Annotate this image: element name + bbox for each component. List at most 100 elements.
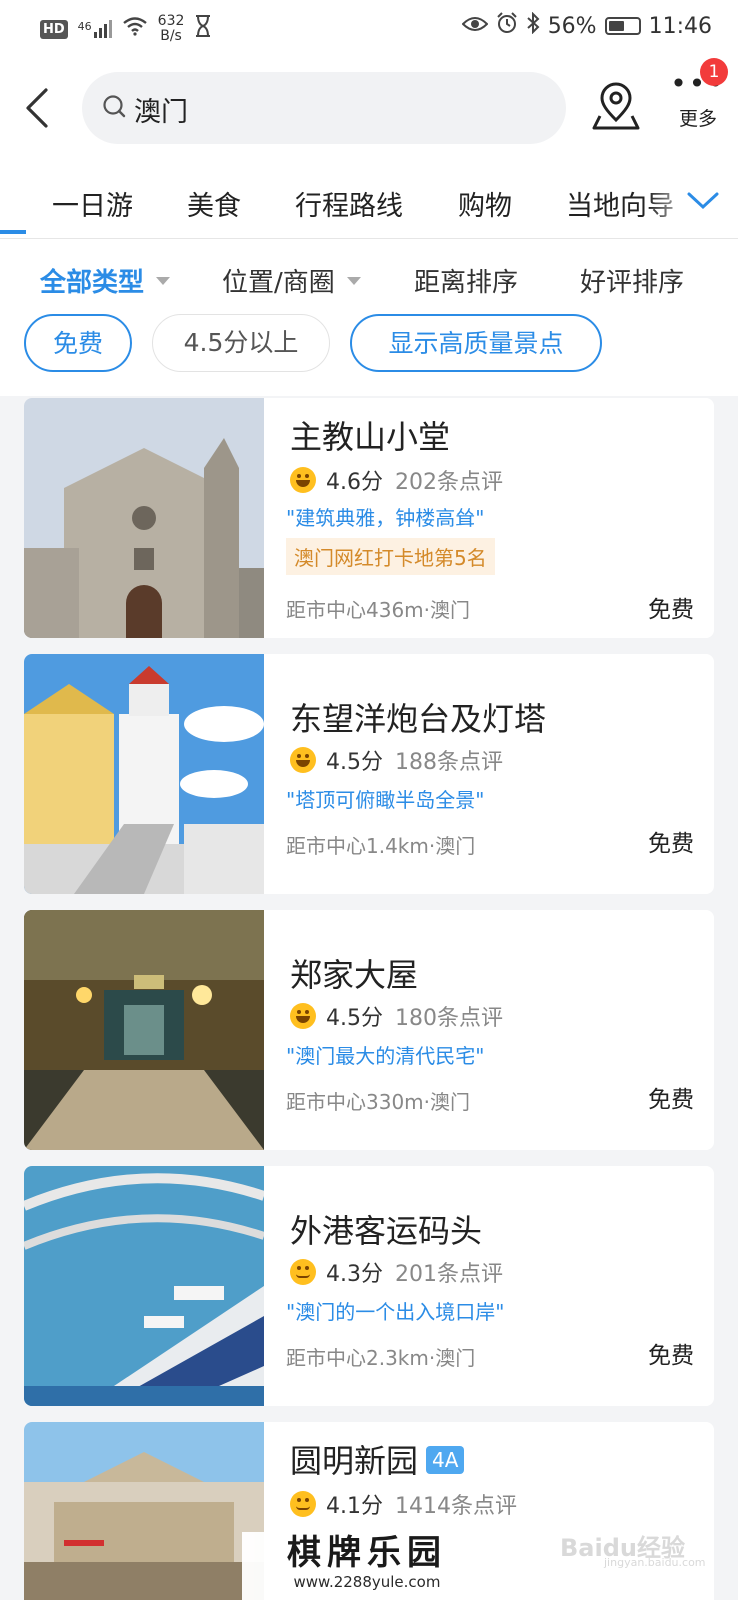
rating-score: 4.6分 — [326, 470, 383, 495]
attraction-name: 圆明新园 — [290, 1442, 419, 1480]
tab-itinerary[interactable]: 行程路线 — [295, 184, 403, 223]
price: 免费 — [648, 1087, 694, 1113]
review-count: 188条点评 — [395, 750, 503, 775]
filter-location-label: 位置/商圈 — [222, 268, 335, 298]
location-button[interactable] — [592, 82, 640, 136]
smiley-icon — [290, 1003, 316, 1029]
search-query: 澳门 — [134, 97, 188, 128]
attraction-name: 主教山小堂 — [290, 418, 451, 456]
watermark-title: 棋牌乐园 — [287, 1533, 447, 1573]
chip-rating-above[interactable]: 4.5分以上 — [152, 314, 330, 372]
attraction-name-row: 圆明新园 4A — [290, 1436, 465, 1482]
filter-distance-sort[interactable]: 距离排序 — [414, 262, 518, 299]
rating-score: 4.5分 — [326, 750, 383, 775]
hd-indicator: HD — [40, 19, 68, 39]
rating-score: 4.1分 — [326, 1494, 383, 1519]
back-button[interactable] — [22, 86, 62, 130]
distance: 距市中心436m·澳门 — [286, 598, 471, 622]
signal-icon: 46 — [78, 20, 112, 38]
status-right: 56% 11:46 — [461, 11, 712, 40]
price: 免费 — [648, 1343, 694, 1369]
rating-row: 4.3分 201条点评 — [290, 1256, 503, 1288]
review-count: 202条点评 — [395, 470, 503, 495]
watermark-url: www.2288yule.com — [293, 1573, 441, 1591]
review-count: 1414条点评 — [395, 1494, 517, 1519]
rating-row: 4.1分 1414条点评 — [290, 1488, 517, 1520]
battery-fill — [608, 21, 625, 31]
chip-free[interactable]: 免费 — [24, 314, 132, 372]
attraction-photo — [24, 398, 264, 638]
baidu-watermark-url: jingyan.baidu.com — [604, 1556, 706, 1569]
status-bar: HD 46 632 B/s 56% 11:46 — [0, 0, 738, 56]
category-tabs: 一日游 美食 行程路线 购物 当地向导 — [0, 172, 738, 236]
list-item[interactable]: 主教山小堂 4.6分 202条点评 "建筑典雅，钟楼高耸" 澳门网红打卡地第5名… — [24, 398, 714, 638]
network-type: 46 — [77, 20, 92, 33]
bluetooth-icon — [526, 11, 540, 40]
caret-down-icon — [156, 276, 171, 285]
tab-active-indicator — [0, 230, 26, 234]
chip-high-quality[interactable]: 显示高质量景点 — [350, 314, 602, 372]
distance: 距市中心330m·澳门 — [286, 1090, 471, 1114]
rating-score: 4.5分 — [326, 1006, 383, 1031]
search-input[interactable]: 澳门 — [82, 72, 566, 144]
list-item[interactable]: 郑家大屋 4.5分 180条点评 "澳门最大的清代民宅" 距市中心330m·澳门… — [24, 910, 714, 1150]
net-speed: 632 B/s — [158, 14, 185, 44]
attraction-name: 东望洋炮台及灯塔 — [290, 700, 547, 738]
status-left: HD 46 632 B/s — [40, 14, 212, 44]
filter-rating-sort[interactable]: 好评排序 — [580, 262, 684, 299]
alarm-icon — [496, 12, 518, 40]
top-panel: HD 46 632 B/s 56% 11:46 澳门 ••• 更多 1 一日游 … — [0, 0, 738, 396]
distance: 距市中心1.4km·澳门 — [286, 834, 476, 858]
battery-percent: 56% — [547, 13, 597, 39]
highlight-quote: "建筑典雅，钟楼高耸" — [286, 506, 485, 530]
rating-row: 4.6分 202条点评 — [290, 464, 503, 496]
list-item[interactable]: 外港客运码头 4.3分 201条点评 "澳门的一个出入境口岸" 距市中心2.3k… — [24, 1166, 714, 1406]
attraction-name: 外港客运码头 — [290, 1212, 483, 1250]
review-count: 180条点评 — [395, 1006, 503, 1031]
price: 免费 — [648, 597, 694, 623]
attraction-photo — [24, 654, 264, 894]
attraction-photo — [24, 910, 264, 1150]
attraction-photo — [24, 1422, 264, 1600]
list-item[interactable]: 东望洋炮台及灯塔 4.5分 188条点评 "塔顶可俯瞰半岛全景" 距市中心1.4… — [24, 654, 714, 894]
caret-down-icon — [346, 276, 361, 285]
net-speed-unit: B/s — [160, 28, 182, 44]
chevron-down-icon — [687, 192, 719, 210]
net-speed-value: 632 — [157, 13, 185, 29]
attraction-photo — [24, 1166, 264, 1406]
notification-badge: 1 — [700, 58, 728, 86]
smiley-icon — [290, 1259, 316, 1285]
review-count: 201条点评 — [395, 1262, 503, 1287]
wifi-icon — [122, 16, 148, 42]
location-pin-icon — [592, 82, 640, 130]
filter-location[interactable]: 位置/商圈 — [222, 262, 361, 299]
highlight-quote: "澳门最大的清代民宅" — [286, 1044, 485, 1068]
tab-food[interactable]: 美食 — [187, 184, 241, 223]
rating-score: 4.3分 — [326, 1262, 383, 1287]
filter-all-types-label: 全部类型 — [40, 268, 145, 298]
rating-badge-4a: 4A — [426, 1446, 465, 1474]
ranking-tag[interactable]: 澳门网红打卡地第5名 — [286, 538, 495, 575]
price: 免费 — [648, 831, 694, 857]
tab-shopping[interactable]: 购物 — [458, 184, 512, 223]
highlight-quote: "塔顶可俯瞰半岛全景" — [286, 788, 485, 812]
more-label: 更多 — [678, 108, 717, 130]
watermark-overlay: 棋牌乐园 www.2288yule.com — [242, 1532, 492, 1600]
battery-icon — [604, 17, 641, 35]
smiley-icon — [290, 1491, 316, 1517]
highlight-quote: "澳门的一个出入境口岸" — [286, 1300, 505, 1324]
expand-tabs-button[interactable] — [686, 190, 720, 216]
filter-all-types[interactable]: 全部类型 — [40, 262, 171, 299]
rating-row: 4.5分 180条点评 — [290, 1000, 503, 1032]
rating-row: 4.5分 188条点评 — [290, 744, 503, 776]
attraction-name: 郑家大屋 — [290, 956, 419, 994]
smiley-icon — [290, 467, 316, 493]
smiley-icon — [290, 747, 316, 773]
clock: 11:46 — [648, 13, 712, 39]
distance: 距市中心2.3km·澳门 — [286, 1346, 476, 1370]
tab-day-tour[interactable]: 一日游 — [52, 184, 133, 223]
eye-icon — [461, 14, 489, 39]
search-icon — [102, 94, 128, 126]
tabs-divider — [0, 238, 738, 239]
hourglass-icon — [194, 15, 212, 43]
